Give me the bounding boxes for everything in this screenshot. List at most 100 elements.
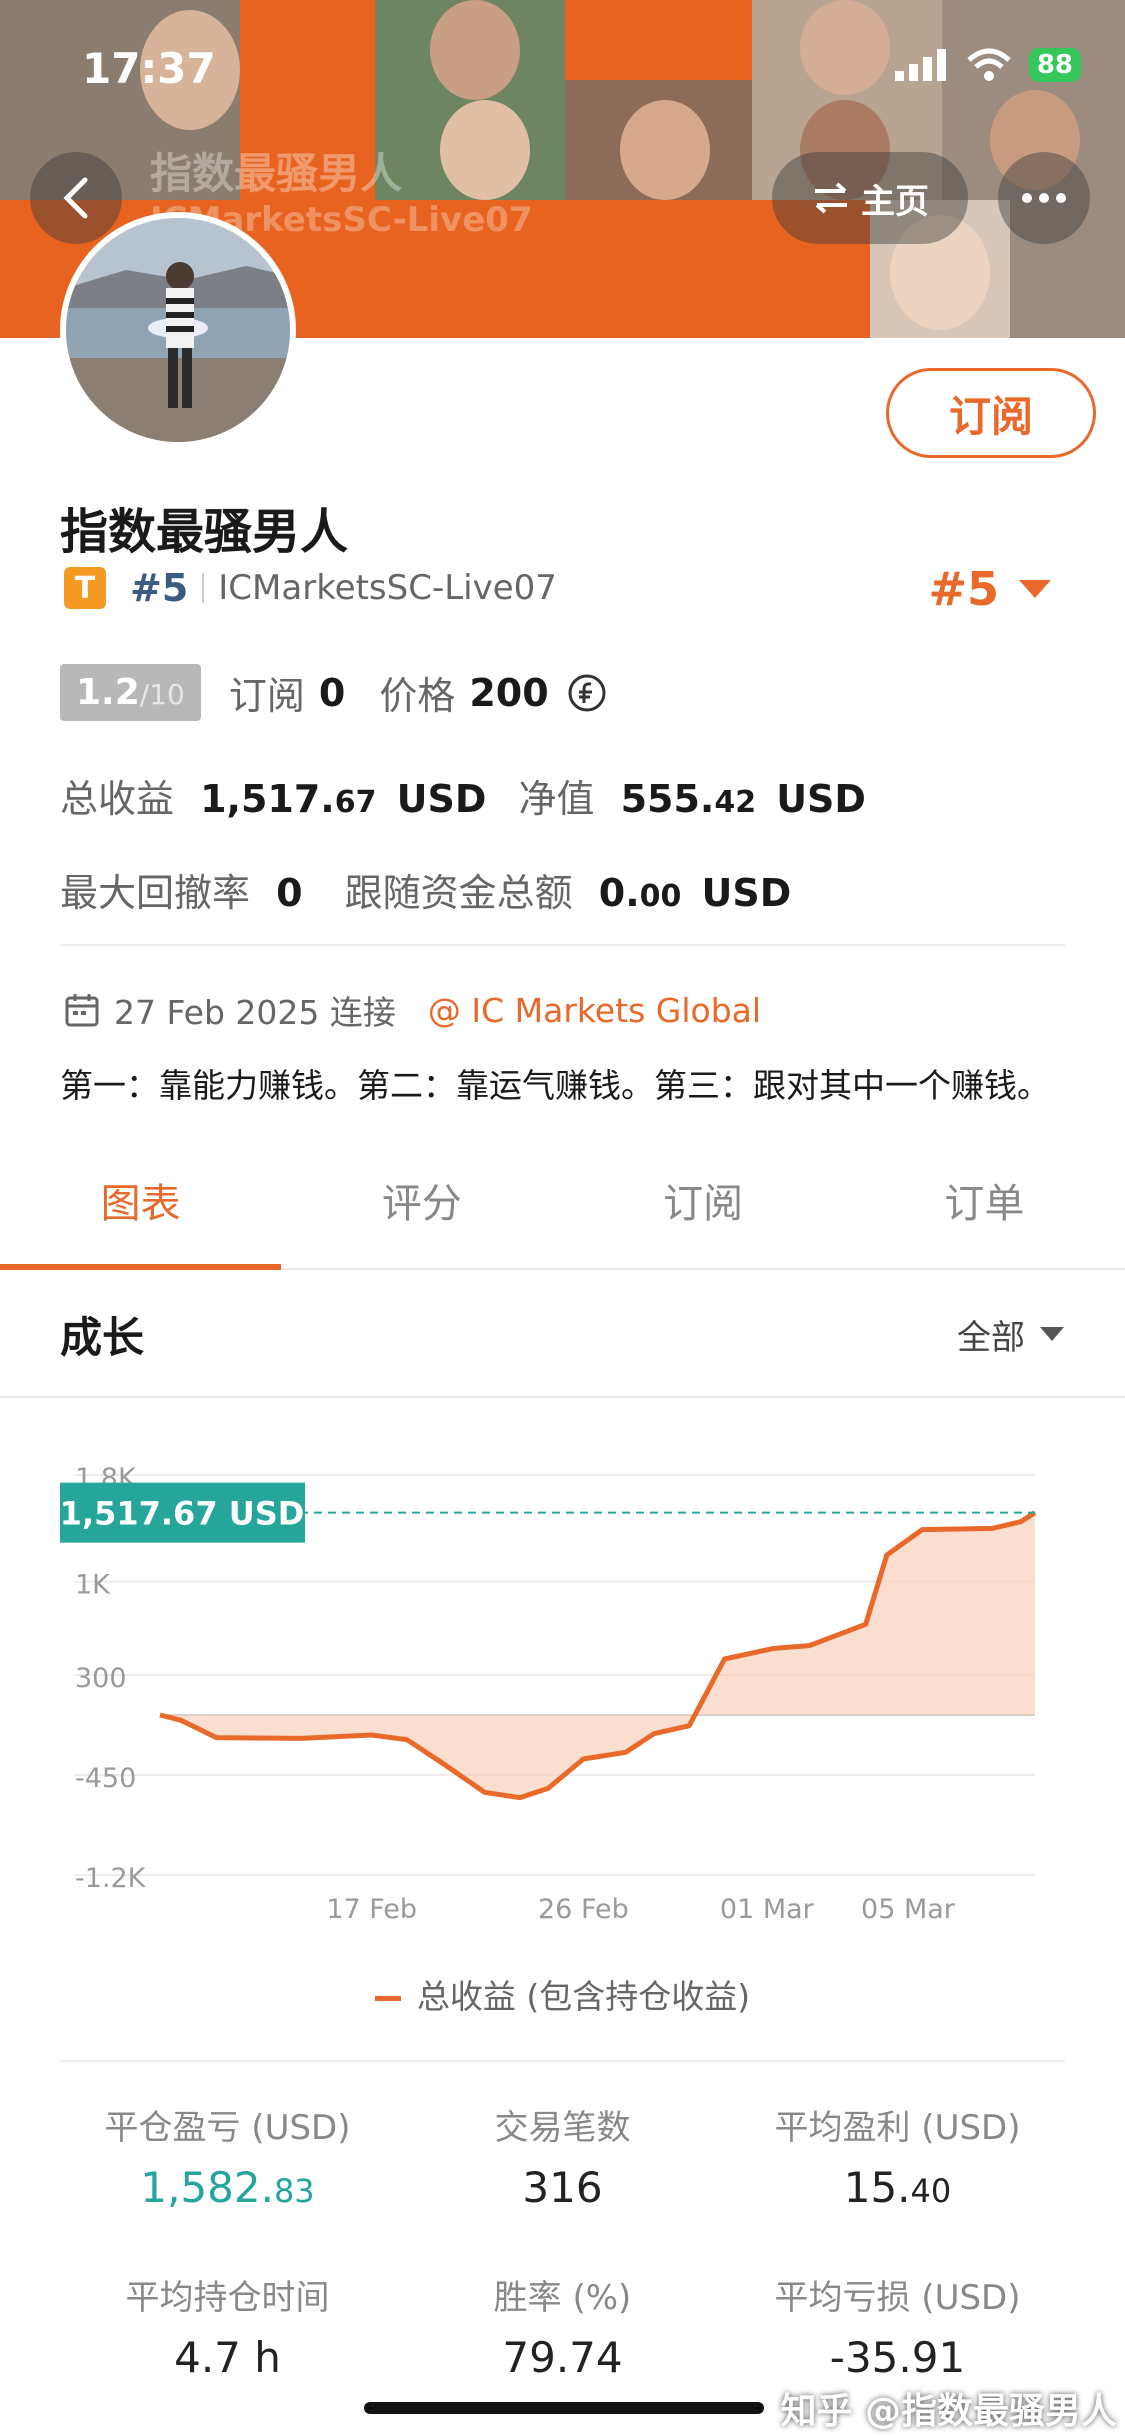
equity-int: 555. (620, 777, 715, 821)
banner-watermark-name: 指数最骚男人 (150, 149, 403, 198)
watermark: 知乎 @指数最骚男人 (780, 2391, 1117, 2432)
stat-label: 平仓盈亏 (USD) (104, 2108, 351, 2148)
equity-label: 净值 (518, 777, 595, 821)
stat-label: 平均持仓时间 (125, 2278, 330, 2318)
follow-total-dec: 00 (639, 879, 682, 914)
battery-icon: 88 (1028, 48, 1081, 82)
total-profit-unit: USD (396, 777, 487, 821)
stat-item: 平仓盈亏 (USD) 1,582.83 (60, 2100, 395, 2212)
equity-unit: USD (776, 777, 866, 821)
stat-label: 平均亏损 (USD) (774, 2278, 1021, 2318)
stat-value-dec: 40 (910, 2172, 952, 2210)
stat-item: 平均持仓时间 4.7 h (60, 2270, 395, 2382)
avatar-photo (66, 218, 290, 442)
y-tick-label: -450 (75, 1763, 136, 1794)
x-tick-label: 17 Feb (326, 1894, 417, 1925)
avatar[interactable] (60, 212, 296, 448)
bio-text: 第一：靠能力赚钱。第二：靠运气赚钱。第三：跟对其中一个赚钱。 (60, 1066, 1050, 1105)
home-button[interactable]: 主页 (772, 152, 968, 244)
status-icons: 88 (894, 48, 1081, 82)
score-row: 1.2/10 订阅 0 价格 200 (60, 664, 607, 721)
legend-label: 总收益 (包含持仓收益) (416, 1977, 751, 2016)
y-tick-label: 1K (75, 1570, 111, 1601)
wifi-icon (967, 48, 1011, 81)
y-tick-label: 300 (75, 1663, 127, 1694)
total-profit-int: 1,517. (200, 777, 335, 821)
connect-row: 27 Feb 2025 连接 @ IC Markets Global (64, 986, 761, 1034)
drawdown-row: 最大回撤率 0 跟随资金总额 0.00 USD (60, 862, 791, 917)
equity-dec: 42 (714, 785, 757, 820)
score-badge: 1.2/10 (60, 664, 201, 721)
tab-chart[interactable]: 图表 (0, 1166, 282, 1270)
max-drawdown-value: 0 (276, 871, 303, 915)
home-button-label: 主页 (861, 181, 929, 222)
tab-bar: 图表 评分 订阅 订单 (0, 1166, 1125, 1270)
x-tick-label: 05 Mar (861, 1894, 956, 1925)
current-value-label: 1,517.67 USD (60, 1495, 305, 1533)
stats-grid: 平仓盈亏 (USD) 1,582.83 交易笔数 316 平均盈利 (USD) 15.40… (60, 2100, 1065, 2382)
profile-name: 指数最骚男人 (60, 504, 349, 560)
tab-orders[interactable]: 订单 (844, 1166, 1125, 1268)
stat-value: 1,582.83 (60, 2163, 395, 2212)
account-name: ICMarketsSC-Live07 (218, 568, 557, 608)
score-denominator: /10 (139, 678, 185, 711)
stat-label: 胜率 (%) (493, 2278, 632, 2318)
y-tick-label: -1.2K (75, 1863, 147, 1894)
subscribe-button[interactable]: 订阅 (886, 368, 1096, 458)
stat-value-dec: 83 (273, 2172, 315, 2210)
rank-big-label: #5 (928, 562, 999, 616)
back-button[interactable] (30, 152, 122, 244)
tab-subscribe[interactable]: 订阅 (563, 1166, 844, 1268)
calendar-icon (65, 994, 99, 1027)
stat-value-int: 1,582. (140, 2163, 274, 2212)
stat-value: 316 (395, 2163, 730, 2212)
tab-rating[interactable]: 评分 (281, 1166, 562, 1268)
range-filter-label: 全部 (957, 1317, 1025, 1358)
stat-value: 15.40 (730, 2163, 1065, 2212)
subscribe-count-label: 订阅 (228, 674, 305, 718)
broker-link[interactable]: @ IC Markets Global (428, 991, 761, 1030)
banner-face (440, 100, 530, 200)
account-row: T #5 ICMarketsSC-Live07 (64, 566, 557, 610)
profit-row: 总收益 1,517.67 USD 净值 555.42 USD (60, 768, 866, 823)
banner-face (620, 100, 710, 200)
banner-face (800, 0, 890, 95)
stat-value-int: 15. (843, 2163, 911, 2212)
legend-swatch (374, 1996, 401, 2001)
more-button[interactable] (998, 152, 1090, 244)
type-badge: T (64, 567, 106, 609)
stat-value-int: 316 (522, 2163, 603, 2212)
stat-item: 胜率 (%) 79.74 (395, 2270, 730, 2382)
divider (60, 944, 1065, 946)
broker-name: IC Markets Global (471, 990, 762, 1030)
x-tick-label: 01 Mar (720, 1894, 815, 1925)
total-profit-dec: 67 (334, 785, 377, 820)
rank-small: #5 (130, 566, 189, 610)
swap-icon (815, 182, 847, 214)
stat-value: -35.91 (730, 2333, 1065, 2382)
stat-value: 4.7 h (60, 2333, 395, 2382)
coin-icon (568, 674, 606, 711)
range-filter[interactable]: 全部 (957, 1310, 1065, 1359)
caret-down-icon (1040, 1327, 1064, 1341)
section-header: 成长 全部 (0, 1272, 1125, 1398)
max-drawdown-label: 最大回撤率 (60, 871, 251, 915)
more-icon (1022, 193, 1066, 203)
section-title: 成长 (60, 1312, 145, 1362)
divider (60, 2060, 1065, 2062)
caret-down-icon (1019, 580, 1051, 598)
stat-item: 平均盈利 (USD) 15.40 (730, 2100, 1065, 2212)
banner-face (430, 0, 520, 100)
total-profit-label: 总收益 (60, 777, 175, 821)
x-tick-label: 26 Feb (538, 1894, 629, 1925)
stat-label: 平均盈利 (USD) (774, 2108, 1021, 2148)
home-indicator (364, 2402, 764, 2414)
stat-item: 平均亏损 (USD) -35.91 (730, 2270, 1065, 2382)
price-label: 价格 (379, 674, 456, 718)
chart-legend: 总收益 (包含持仓收益) (0, 1970, 1125, 2018)
price-value: 200 (469, 670, 549, 715)
stat-value-int: -35.91 (829, 2333, 966, 2382)
signal-icon (894, 49, 946, 81)
rank-dropdown[interactable]: #5 (928, 562, 1053, 616)
subscribe-count: 0 (318, 670, 346, 715)
